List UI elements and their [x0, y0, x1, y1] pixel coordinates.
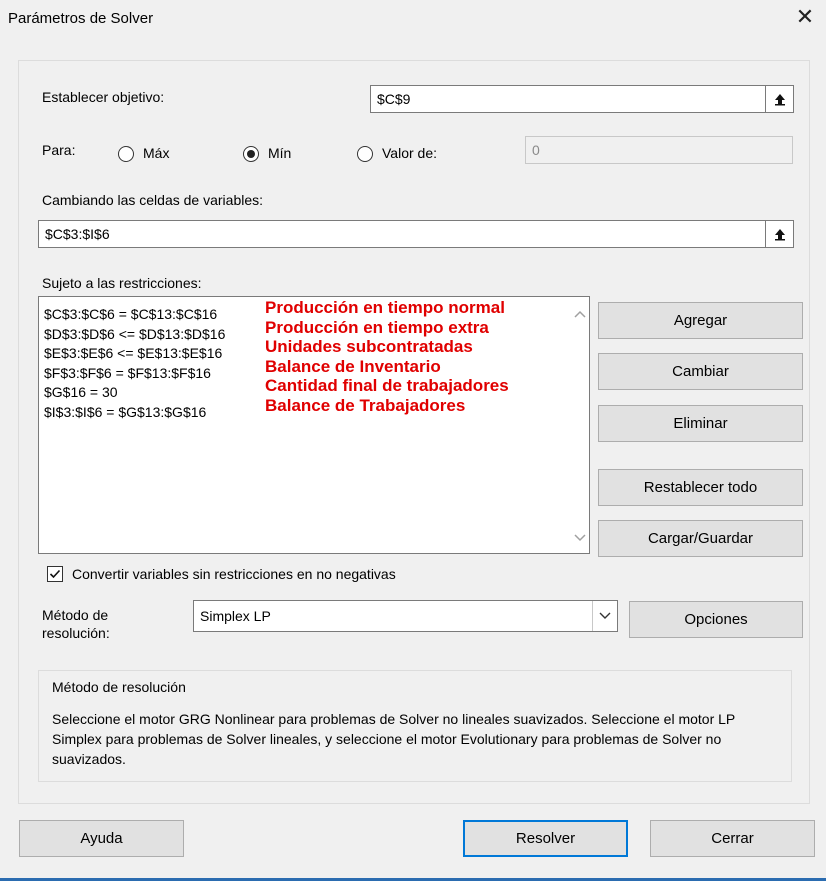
- options-button[interactable]: Opciones: [629, 601, 803, 638]
- method-select[interactable]: Simplex LP: [193, 600, 618, 632]
- radio-min-label: Mín: [268, 145, 292, 161]
- load-save-button-label: Cargar/Guardar: [647, 530, 754, 547]
- radio-value-of-label: Valor de:: [382, 145, 437, 161]
- add-button[interactable]: Agregar: [598, 302, 803, 339]
- value-of-input[interactable]: 0: [525, 136, 793, 164]
- close-button-label: Cerrar: [711, 830, 754, 847]
- reset-all-button-label: Restablecer todo: [643, 479, 758, 496]
- help-button-label: Ayuda: [80, 830, 123, 847]
- delete-button-label: Eliminar: [673, 415, 728, 432]
- constraints-items: $C$3:$C$6 = $C$13:$C$16 $D$3:$D$6 <= $D$…: [44, 305, 225, 422]
- objective-input[interactable]: $C$9: [370, 85, 794, 113]
- solve-button[interactable]: Resolver: [463, 820, 628, 857]
- constraints-label: Sujeto a las restricciones:: [42, 275, 202, 291]
- radio-min[interactable]: [243, 146, 259, 162]
- constraints-scrollbar[interactable]: [571, 297, 589, 553]
- checkmark-icon: [49, 569, 61, 579]
- add-button-label: Agregar: [673, 312, 728, 329]
- method-selected: Simplex LP: [200, 608, 271, 624]
- close-icon[interactable]: ✕: [792, 4, 818, 30]
- options-button-label: Opciones: [684, 611, 748, 628]
- variables-input[interactable]: $C$3:$I$6: [38, 220, 794, 248]
- change-button-label: Cambiar: [672, 363, 729, 380]
- constraint-annotations: Producción en tiempo normal Producción e…: [265, 298, 509, 415]
- constraint-annotation: Cantidad final de trabajadores: [265, 376, 509, 395]
- help-button[interactable]: Ayuda: [19, 820, 184, 857]
- value-of-value: 0: [532, 142, 540, 158]
- radio-max[interactable]: [118, 146, 134, 162]
- variables-label: Cambiando las celdas de variables:: [42, 192, 264, 208]
- close-button[interactable]: Cerrar: [650, 820, 815, 857]
- solve-button-label: Resolver: [515, 830, 576, 847]
- method-label: Método de resolución:: [42, 606, 110, 642]
- constraint-annotation: Producción en tiempo normal: [265, 298, 505, 317]
- objective-collapse-icon[interactable]: [765, 86, 793, 112]
- constraints-list[interactable]: $C$3:$C$6 = $C$13:$C$16 $D$3:$D$6 <= $D$…: [38, 296, 590, 554]
- delete-button[interactable]: Eliminar: [598, 405, 803, 442]
- nonneg-checkbox[interactable]: [47, 566, 63, 582]
- constraint-item[interactable]: $C$3:$C$6 = $C$13:$C$16: [44, 305, 225, 325]
- radio-value-of[interactable]: [357, 146, 373, 162]
- constraint-item[interactable]: $G$16 = 30: [44, 383, 225, 403]
- method-description: Seleccione el motor GRG Nonlinear para p…: [52, 711, 735, 767]
- radio-selected-dot: [247, 150, 255, 158]
- constraint-annotation: Balance de Inventario: [265, 356, 441, 376]
- constraint-annotation: Balance de Trabajadores: [265, 395, 466, 415]
- method-label-line2: resolución:: [42, 625, 110, 641]
- to-label: Para:: [42, 142, 76, 158]
- method-group-title: Método de resolución: [52, 679, 186, 695]
- objective-value: $C$9: [377, 91, 411, 107]
- constraint-item[interactable]: $D$3:$D$6 <= $D$13:$D$16: [44, 325, 225, 345]
- variables-value: $C$3:$I$6: [45, 226, 110, 242]
- nonneg-label: Convertir variables sin restricciones en…: [72, 566, 396, 582]
- dialog-title: Parámetros de Solver: [8, 10, 154, 27]
- constraint-item[interactable]: $F$3:$F$6 = $F$13:$F$16: [44, 364, 225, 384]
- objective-label: Establecer objetivo:: [42, 89, 165, 105]
- scroll-up-icon[interactable]: [571, 309, 589, 321]
- reset-all-button[interactable]: Restablecer todo: [598, 469, 803, 506]
- chevron-down-icon[interactable]: [592, 601, 617, 631]
- scroll-down-icon[interactable]: [571, 533, 589, 545]
- variables-collapse-icon[interactable]: [765, 221, 793, 247]
- constraint-item[interactable]: $E$3:$E$6 <= $E$13:$E$16: [44, 344, 225, 364]
- load-save-button[interactable]: Cargar/Guardar: [598, 520, 803, 557]
- radio-max-label: Máx: [143, 145, 170, 161]
- method-label-line1: Método de: [42, 607, 109, 623]
- change-button[interactable]: Cambiar: [598, 353, 803, 390]
- constraint-annotation: Unidades subcontratadas: [265, 337, 473, 356]
- constraint-item[interactable]: $I$3:$I$6 = $G$13:$G$16: [44, 403, 225, 423]
- constraint-annotation: Producción en tiempo extra: [265, 317, 489, 337]
